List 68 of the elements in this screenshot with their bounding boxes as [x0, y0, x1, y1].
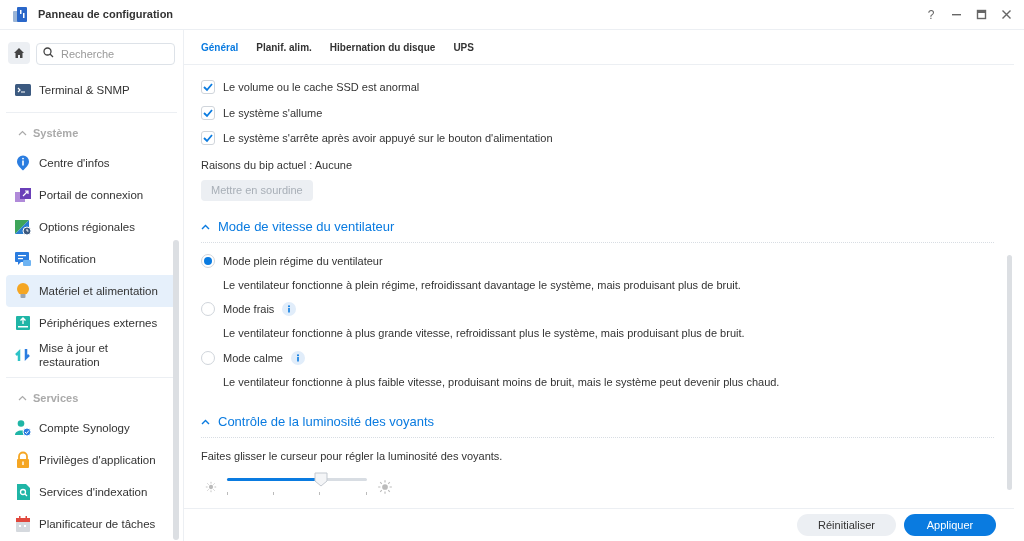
caret-icon[interactable] — [18, 393, 27, 403]
status-text: Raisons du bip actuel : Aucune — [201, 157, 354, 173]
checkbox[interactable] — [201, 105, 215, 120]
app-icon — [12, 5, 28, 24]
message-icon — [14, 250, 32, 268]
home-icon — [13, 47, 25, 59]
sidebar-item[interactable]: Terminal & SNMP — [6, 74, 177, 106]
tab[interactable]: Hibernation du disque — [329, 29, 436, 65]
window-title: Panneau de configuration — [38, 7, 174, 23]
home-button[interactable] — [8, 42, 30, 64]
terminal-icon — [14, 81, 32, 99]
section-title: Contrôle de la luminosité des voyants — [218, 413, 435, 432]
sidebar-item[interactable]: Centre d'infos — [6, 147, 177, 179]
bulb-icon — [14, 282, 32, 300]
search-icon — [43, 47, 54, 58]
reset-button[interactable]: Réinitialiser — [797, 514, 896, 536]
option-description: Le ventilateur fonctionne à plus faible vitesse, produisant moins de bruit, mais le système peut devenir plus chaud. — [222, 374, 781, 390]
sidebar-item[interactable]: Portail de connexion — [6, 179, 177, 211]
section-heading: Services — [33, 390, 79, 406]
calendar-icon — [14, 515, 32, 533]
drive-icon — [14, 314, 32, 332]
maximize-icon[interactable] — [976, 9, 987, 20]
option-description: Le ventilateur fonctionne à plein régime, refroidissant davantage le système, mais produisant plus de bruit. — [222, 277, 742, 293]
option-description: Le ventilateur fonctionne à plus grande vitesse, refroidissant plus le système, mais produisant plus de bruit. — [222, 326, 746, 342]
search-field[interactable]: Recherche — [36, 43, 175, 65]
region-icon — [14, 218, 32, 236]
radio-label: Mode frais — [223, 302, 275, 317]
lock-icon — [14, 451, 32, 469]
section-title: Mode de vitesse du ventilateur — [218, 218, 395, 237]
sidebar-item[interactable]: Compte Synology — [6, 412, 177, 444]
refresh-icon — [14, 346, 32, 364]
portal-icon — [14, 186, 32, 204]
sidebar-item[interactable]: Services d'indexation — [6, 476, 177, 508]
info-icon[interactable] — [282, 302, 297, 317]
info-icon — [14, 154, 32, 172]
caret-icon[interactable] — [201, 222, 210, 232]
tab[interactable]: Général — [201, 29, 239, 65]
radio-label: Mode calme — [223, 350, 283, 366]
sidebar-item[interactable]: Options régionales — [6, 211, 177, 243]
tab[interactable]: UPS — [453, 29, 474, 65]
checkbox-label: Le système s'allume — [223, 105, 323, 121]
sidebar-item[interactable]: Périphériques externes — [6, 307, 177, 339]
checkbox-label: Le système s'arrête après avoir appuyé sur le bouton d'alimentation — [223, 131, 553, 146]
tab[interactable]: Planif. alim. — [256, 29, 312, 65]
sidebar-item[interactable]: Privilèges d'application — [6, 444, 177, 476]
section-heading: Système — [33, 125, 79, 141]
sidebar-item[interactable]: Mise à jour et restauration — [6, 339, 177, 371]
document-search-icon — [14, 483, 32, 501]
dim-brightness-icon — [205, 481, 217, 494]
radio-label: Mode plein régime du ventilateur — [223, 253, 383, 269]
slider-thumb[interactable] — [313, 472, 328, 488]
user-icon — [14, 419, 32, 437]
slider-track[interactable] — [227, 478, 367, 482]
apply-button[interactable]: Appliquer — [904, 514, 996, 536]
bright-brightness-icon — [377, 479, 393, 496]
checkbox-label: Le volume ou le cache SSD est anormal — [223, 80, 420, 95]
help-button[interactable]: ? — [925, 5, 937, 24]
scrollbar[interactable] — [173, 240, 179, 540]
checkbox[interactable] — [201, 131, 215, 146]
caret-icon[interactable] — [201, 417, 210, 427]
hint-text: Faites glisser le curseur pour régler la luminosité des voyants. — [201, 448, 504, 464]
info-icon[interactable] — [290, 350, 305, 365]
sidebar-item[interactable]: Notification — [6, 243, 177, 275]
sidebar-item[interactable]: Planificateur de tâches — [6, 508, 177, 540]
caret-icon[interactable] — [18, 128, 27, 138]
close-icon[interactable] — [1001, 9, 1012, 20]
checkbox[interactable] — [201, 80, 215, 95]
scrollbar[interactable] — [1007, 255, 1012, 490]
